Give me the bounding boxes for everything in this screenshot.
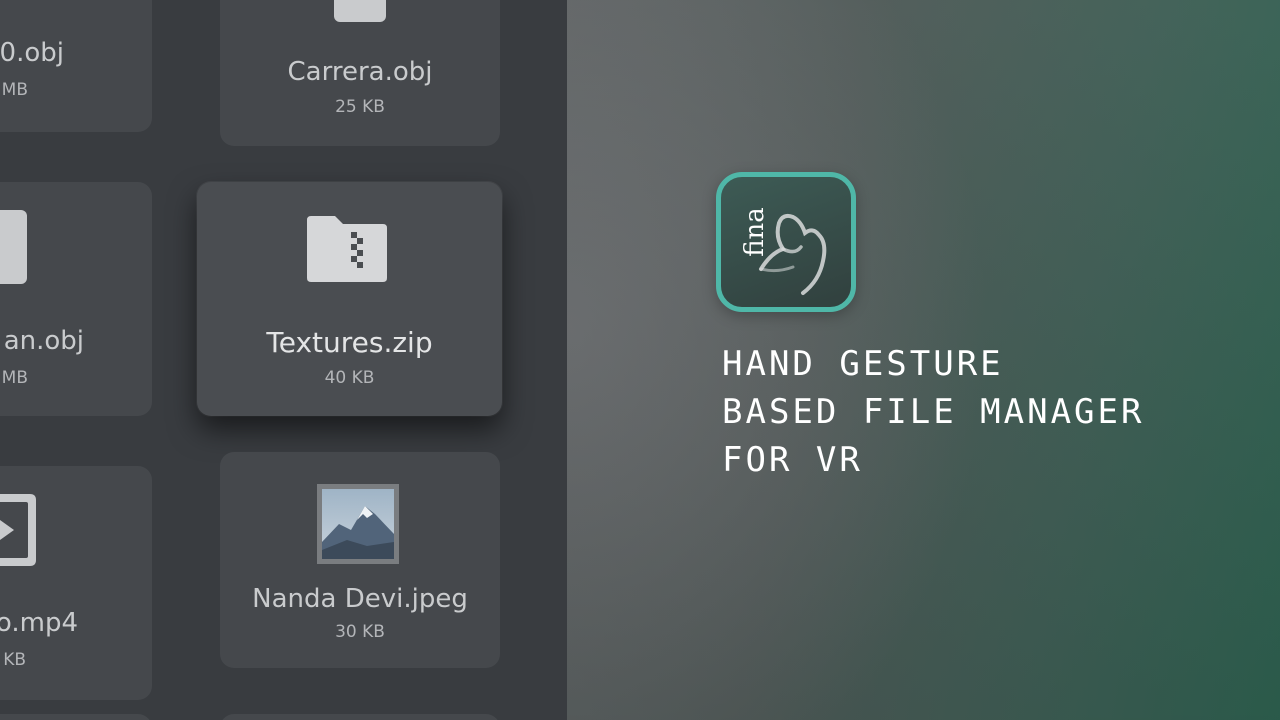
tagline-line-2: BASED FILE MANAGER bbox=[722, 392, 1145, 432]
file-tile-nanda-devi[interactable]: Nanda Devi.jpeg 30 KB bbox=[220, 452, 500, 668]
image-thumbnail-icon bbox=[317, 484, 399, 564]
file-size: 25 KB bbox=[335, 97, 385, 117]
tagline: HAND GESTURE BASED FILE MANAGER FOR VR bbox=[722, 340, 1242, 484]
tagline-line-1: HAND GESTURE bbox=[722, 344, 1004, 384]
file-tile-0-obj[interactable]: 0.obj MB bbox=[0, 0, 152, 132]
file-tile-partial[interactable] bbox=[220, 714, 500, 720]
file-icon bbox=[0, 210, 27, 284]
file-size: KB bbox=[3, 650, 26, 670]
file-tile-partial[interactable] bbox=[0, 714, 152, 720]
tagline-line-3: FOR VR bbox=[722, 440, 863, 480]
logo-text: fina bbox=[740, 207, 770, 257]
file-name: 0.obj bbox=[0, 38, 64, 68]
video-icon bbox=[0, 494, 36, 566]
zip-folder-icon bbox=[307, 216, 387, 282]
file-name: o.mp4 bbox=[0, 608, 78, 638]
file-name: Carrera.obj bbox=[287, 57, 433, 87]
file-tile-o-mp4[interactable]: o.mp4 KB bbox=[0, 466, 152, 700]
fina-app-logo: fina bbox=[716, 172, 856, 312]
file-size: 30 KB bbox=[335, 622, 385, 642]
file-tile-carrera[interactable]: Carrera.obj 25 KB bbox=[220, 0, 500, 146]
file-name: an.obj bbox=[3, 326, 84, 356]
file-size: MB bbox=[1, 80, 28, 100]
file-name: Textures.zip bbox=[266, 326, 433, 359]
file-tile-textures-zip[interactable]: Textures.zip 40 KB bbox=[197, 182, 502, 416]
file-tile-an-obj[interactable]: an.obj MB bbox=[0, 182, 152, 416]
file-size: 40 KB bbox=[324, 368, 375, 388]
file-icon bbox=[334, 0, 386, 22]
file-grid: 0.obj MB Carrera.obj 25 KB an.obj MB Tex… bbox=[0, 0, 567, 720]
file-size: MB bbox=[1, 368, 28, 388]
file-name: Nanda Devi.jpeg bbox=[252, 584, 468, 614]
